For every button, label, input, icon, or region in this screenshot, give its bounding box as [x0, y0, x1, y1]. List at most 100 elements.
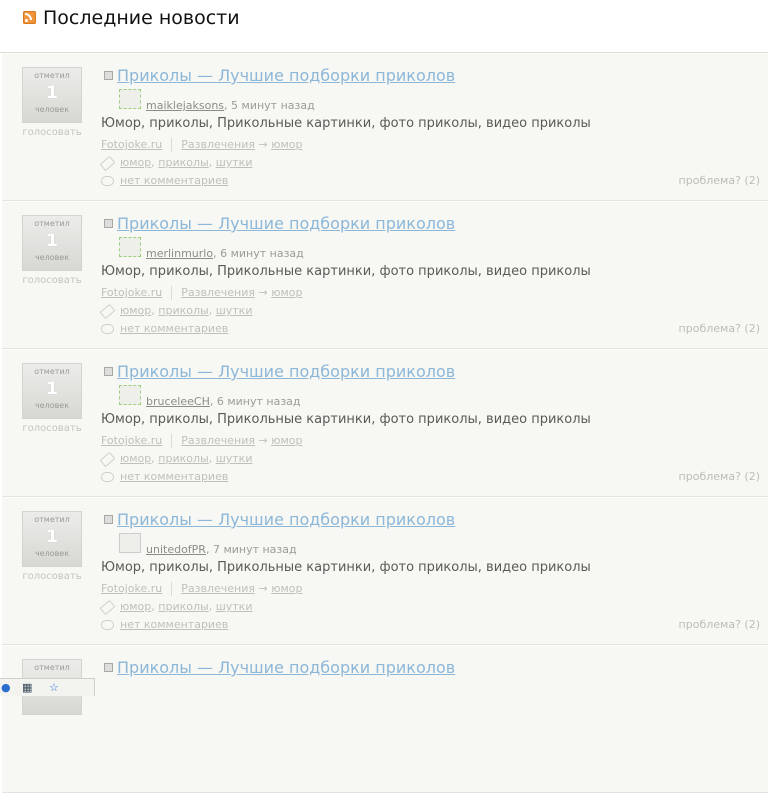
- avatar[interactable]: [119, 89, 141, 109]
- tag-link[interactable]: приколы: [158, 156, 208, 169]
- collapse-icon[interactable]: [104, 219, 113, 228]
- vote-box[interactable]: отметил 1 человек: [22, 511, 82, 567]
- source-line: Fotojoke.ru Развлечения → юмор: [101, 582, 302, 596]
- author-line: bruceleeCH, 6 минут назад: [146, 395, 301, 408]
- vote-box[interactable]: отметил 1 человек: [22, 215, 82, 271]
- vote-link[interactable]: голосовать: [22, 423, 82, 434]
- vote-top-label: отметил: [34, 71, 70, 80]
- tag-link[interactable]: юмор: [120, 304, 151, 317]
- category-link[interactable]: Развлечения: [181, 582, 255, 595]
- avatar[interactable]: [119, 533, 141, 553]
- source-link[interactable]: Fotojoke.ru: [101, 286, 162, 299]
- category-link[interactable]: Развлечения: [181, 286, 255, 299]
- tag-link[interactable]: юмор: [120, 156, 151, 169]
- source-link[interactable]: Fotojoke.ru: [101, 582, 162, 595]
- rss-icon[interactable]: [23, 11, 36, 24]
- news-description: Юмор, приколы, Прикольные картинки, фото…: [101, 116, 591, 131]
- vote-link[interactable]: голосовать: [22, 127, 82, 138]
- vote-bottom-label: человек: [34, 105, 70, 114]
- subcategory-link[interactable]: юмор: [271, 286, 302, 299]
- collapse-icon[interactable]: [104, 71, 113, 80]
- author-link[interactable]: bruceleeCH: [146, 395, 210, 408]
- comments-link[interactable]: нет комментариев: [120, 470, 228, 483]
- vote-link[interactable]: голосовать: [22, 275, 82, 286]
- post-time: , 6 минут назад: [209, 395, 301, 408]
- news-item: отметил Приколы — Лучшие подборки прикол…: [2, 645, 768, 793]
- problem-link[interactable]: проблема? (2): [679, 174, 760, 187]
- category-link[interactable]: Развлечения: [181, 434, 255, 447]
- vote-box[interactable]: отметил 1 человек: [22, 363, 82, 419]
- category-link[interactable]: Развлечения: [181, 138, 255, 151]
- tag-link[interactable]: шутки: [216, 452, 253, 465]
- tag-icon: [99, 451, 116, 467]
- divider: [171, 434, 173, 448]
- tag-link[interactable]: шутки: [216, 600, 253, 613]
- globe-icon[interactable]: ●: [1, 681, 11, 694]
- vote-count: 1: [46, 379, 58, 399]
- vote-top-label: отметил: [34, 219, 70, 228]
- author-link[interactable]: maiklejaksons: [146, 99, 224, 112]
- comments-link[interactable]: нет комментариев: [120, 174, 228, 187]
- tags-line: юмор, приколы, шутки: [99, 303, 253, 319]
- news-description: Юмор, приколы, Прикольные картинки, фото…: [101, 264, 591, 279]
- arrow-separator: →: [254, 434, 272, 447]
- news-title-link[interactable]: Приколы — Лучшие подборки приколов: [117, 658, 455, 677]
- subcategory-link[interactable]: юмор: [271, 582, 302, 595]
- vote-bottom-label: человек: [34, 401, 70, 410]
- avatar[interactable]: [119, 237, 141, 257]
- divider: [171, 582, 173, 596]
- news-title-link[interactable]: Приколы — Лучшие подборки приколов: [117, 66, 455, 85]
- comments-link[interactable]: нет комментариев: [120, 322, 228, 335]
- news-title-link[interactable]: Приколы — Лучшие подборки приколов: [117, 510, 455, 529]
- problem-link[interactable]: проблема? (2): [679, 322, 760, 335]
- tag-link[interactable]: шутки: [216, 304, 253, 317]
- tag-link[interactable]: приколы: [158, 600, 208, 613]
- vote-count: 1: [46, 83, 58, 103]
- star-icon[interactable]: ☆: [49, 681, 59, 694]
- tag-link[interactable]: шутки: [216, 156, 253, 169]
- news-item: отметил 1 человек голосовать Приколы — Л…: [2, 201, 768, 349]
- news-title-link[interactable]: Приколы — Лучшие подборки приколов: [117, 362, 455, 381]
- news-title-link[interactable]: Приколы — Лучшие подборки приколов: [117, 214, 455, 233]
- subcategory-link[interactable]: юмор: [271, 138, 302, 151]
- author-link[interactable]: merlinmurlo: [146, 247, 213, 260]
- arrow-separator: →: [254, 582, 272, 595]
- news-item: отметил 1 человек голосовать Приколы — Л…: [2, 349, 768, 497]
- vote-top-label: отметил: [34, 663, 70, 672]
- tag-link[interactable]: юмор: [120, 452, 151, 465]
- comments-line: нет комментариев: [101, 618, 228, 631]
- comment-icon: [101, 324, 114, 334]
- author-line: merlinmurlo, 6 минут назад: [146, 247, 304, 260]
- tag-icon: [99, 303, 116, 319]
- problem-link[interactable]: проблема? (2): [679, 618, 760, 631]
- tags-line: юмор, приколы, шутки: [99, 599, 253, 615]
- vote-count: 1: [46, 231, 58, 251]
- comments-link[interactable]: нет комментариев: [120, 618, 228, 631]
- tag-link[interactable]: юмор: [120, 600, 151, 613]
- subcategory-link[interactable]: юмор: [271, 434, 302, 447]
- problem-link[interactable]: проблема? (2): [679, 470, 760, 483]
- vote-link[interactable]: голосовать: [22, 571, 82, 582]
- news-description: Юмор, приколы, Прикольные картинки, фото…: [101, 412, 591, 427]
- film-icon[interactable]: ▦: [22, 681, 32, 694]
- source-link[interactable]: Fotojoke.ru: [101, 138, 162, 151]
- collapse-icon[interactable]: [104, 663, 113, 672]
- page-title: Последние новости: [43, 7, 240, 29]
- source-line: Fotojoke.ru Развлечения → юмор: [101, 434, 302, 448]
- tag-separator: ,: [208, 600, 216, 613]
- tag-link[interactable]: приколы: [158, 304, 208, 317]
- divider: [171, 286, 173, 300]
- collapse-icon[interactable]: [104, 515, 113, 524]
- vote-box[interactable]: отметил 1 человек: [22, 67, 82, 123]
- post-time: , 7 минут назад: [205, 543, 297, 556]
- avatar[interactable]: [119, 385, 141, 405]
- tag-link[interactable]: приколы: [158, 452, 208, 465]
- news-item: отметил 1 человек голосовать Приколы — Л…: [2, 53, 768, 201]
- post-time: , 5 минут назад: [224, 99, 315, 112]
- author-link[interactable]: unitedofPR: [146, 543, 206, 556]
- collapse-icon[interactable]: [104, 367, 113, 376]
- browser-addon-bar: ● ▦ ☆: [0, 678, 95, 696]
- vote-top-label: отметил: [34, 367, 70, 376]
- source-link[interactable]: Fotojoke.ru: [101, 434, 162, 447]
- comments-line: нет комментариев: [101, 470, 228, 483]
